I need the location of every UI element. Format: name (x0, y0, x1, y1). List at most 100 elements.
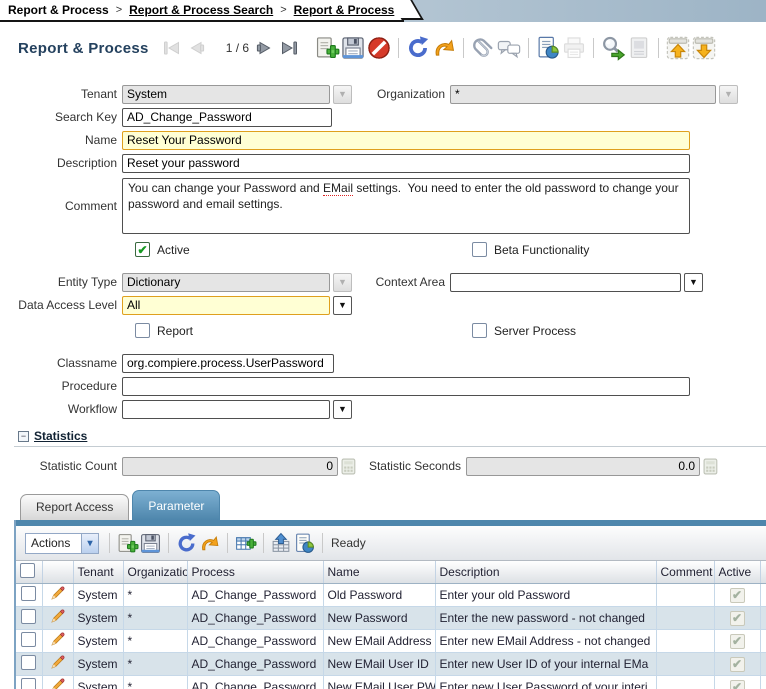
column-header-active[interactable]: Active (714, 561, 761, 584)
column-header-organization[interactable]: Organization (123, 561, 188, 584)
export-icon[interactable] (270, 532, 293, 555)
expand-all-icon[interactable] (691, 35, 717, 61)
cell-clipped (760, 583, 766, 607)
search-key-field[interactable] (122, 107, 332, 127)
report-checkbox[interactable] (135, 323, 150, 338)
context-area-dropdown-button[interactable]: ▼ (684, 272, 703, 292)
new-record-icon[interactable] (116, 532, 139, 555)
save-icon[interactable] (139, 532, 162, 555)
statistics-collapse-icon[interactable]: − (18, 430, 29, 442)
statistics-section-link[interactable]: Statistics (34, 429, 87, 443)
table-row: System * AD_Change_Password New EMail User … (16, 675, 766, 689)
breadcrumb-separator: > (115, 4, 123, 16)
row-active-checkbox: ✔ (729, 679, 745, 689)
zoom-across-icon[interactable] (600, 35, 626, 61)
select-all-header[interactable] (16, 561, 43, 584)
edit-row-icon[interactable] (49, 631, 66, 648)
next-record-icon[interactable] (253, 37, 275, 59)
workflow-dropdown-button[interactable]: ▼ (333, 399, 352, 419)
record-position: 1 / 6 (225, 41, 250, 55)
select-all-checkbox[interactable] (20, 563, 35, 578)
procedure-field[interactable] (122, 376, 690, 396)
statistic-seconds-field[interactable] (466, 456, 700, 476)
workflow-field[interactable] (122, 399, 330, 419)
row-select-checkbox[interactable] (21, 655, 37, 670)
row-edit-cell (42, 675, 74, 689)
data-access-level-dropdown-button[interactable]: ▼ (333, 295, 352, 315)
cell-tenant: System (73, 629, 124, 653)
server-process-checkbox[interactable] (472, 323, 487, 338)
undo-icon[interactable] (431, 35, 457, 61)
cell-active: ✔ (714, 675, 761, 689)
column-header-comment[interactable]: Comment (656, 561, 715, 584)
last-record-icon[interactable] (278, 37, 300, 59)
toolbar-separator (322, 533, 323, 553)
refresh-icon[interactable] (405, 35, 431, 61)
report-icon[interactable] (535, 35, 561, 61)
edit-row-icon[interactable] (49, 585, 66, 602)
description-field[interactable] (122, 153, 690, 173)
cell-description: Enter new User ID of your internal EMa (435, 652, 657, 676)
chat-icon[interactable] (496, 35, 522, 61)
organization-dropdown-button[interactable]: ▼ (719, 84, 738, 104)
new-record-icon[interactable] (314, 35, 340, 61)
tenant-dropdown-button[interactable]: ▼ (333, 84, 352, 104)
active-checkbox[interactable]: ✔ (135, 242, 150, 257)
edit-row-icon[interactable] (49, 654, 66, 671)
actions-select[interactable]: Actions ▾ (25, 532, 99, 554)
beta-functionality-checkbox[interactable] (472, 242, 487, 257)
window-toolbar: Report & Process 1 / 6 (0, 22, 766, 70)
cell-active: ✔ (714, 652, 761, 676)
statistic-count-field[interactable] (122, 456, 338, 476)
classname-field[interactable] (122, 353, 334, 373)
row-select-checkbox[interactable] (21, 678, 37, 689)
column-header-process[interactable]: Process (187, 561, 324, 584)
column-header-name[interactable]: Name (323, 561, 436, 584)
toolbar-separator (658, 38, 660, 58)
column-header-tenant[interactable]: Tenant (73, 561, 124, 584)
cell-organization: * (123, 583, 188, 607)
print-icon (561, 35, 587, 61)
toolbar-separator (109, 533, 110, 553)
cell-active: ✔ (714, 606, 761, 630)
delete-icon[interactable] (366, 35, 392, 61)
row-select-checkbox[interactable] (21, 609, 37, 624)
tab-parameter[interactable]: Parameter (132, 490, 221, 520)
column-header-description[interactable]: Description (435, 561, 657, 584)
row-select-cell (16, 675, 43, 689)
statistic-count-label: Statistic Count (39, 459, 117, 473)
grid-toolbar: Actions ▾ Ready (16, 526, 766, 561)
search-key-label: Search Key (54, 110, 117, 124)
row-select-checkbox[interactable] (21, 586, 37, 601)
cell-clipped (760, 652, 766, 676)
toolbar-separator (528, 38, 530, 58)
attachment-icon[interactable] (470, 35, 496, 61)
tab-report-access[interactable]: Report Access (20, 494, 130, 520)
row-edit-cell (42, 652, 74, 676)
collapse-all-icon[interactable] (665, 35, 691, 61)
name-field[interactable] (122, 130, 690, 150)
entity-type-field[interactable] (122, 272, 330, 292)
data-access-level-field[interactable] (122, 295, 330, 315)
row-select-checkbox[interactable] (21, 632, 37, 647)
edit-row-icon[interactable] (49, 608, 66, 625)
tenant-field[interactable] (122, 84, 330, 104)
statistic-seconds-label: Statistic Seconds (368, 459, 461, 473)
add-row-icon[interactable] (234, 532, 257, 555)
entity-type-dropdown-button[interactable]: ▼ (333, 272, 352, 292)
cell-name: New EMail Address (323, 629, 436, 653)
cell-comment (656, 606, 715, 630)
comment-field[interactable]: You can change your Password and EMail s… (122, 178, 690, 234)
save-icon[interactable] (340, 35, 366, 61)
refresh-icon[interactable] (175, 532, 198, 555)
calculator-icon[interactable] (341, 458, 356, 475)
organization-field[interactable] (450, 84, 716, 104)
edit-row-icon[interactable] (49, 677, 66, 689)
calculator-icon[interactable] (703, 458, 718, 475)
context-area-field[interactable] (450, 272, 681, 292)
undo-icon[interactable] (198, 532, 221, 555)
row-edit-cell (42, 606, 74, 630)
report-icon[interactable] (293, 532, 316, 555)
breadcrumb-link-search[interactable]: Report & Process Search (129, 3, 273, 17)
breadcrumb-link-window[interactable]: Report & Process (294, 3, 395, 17)
